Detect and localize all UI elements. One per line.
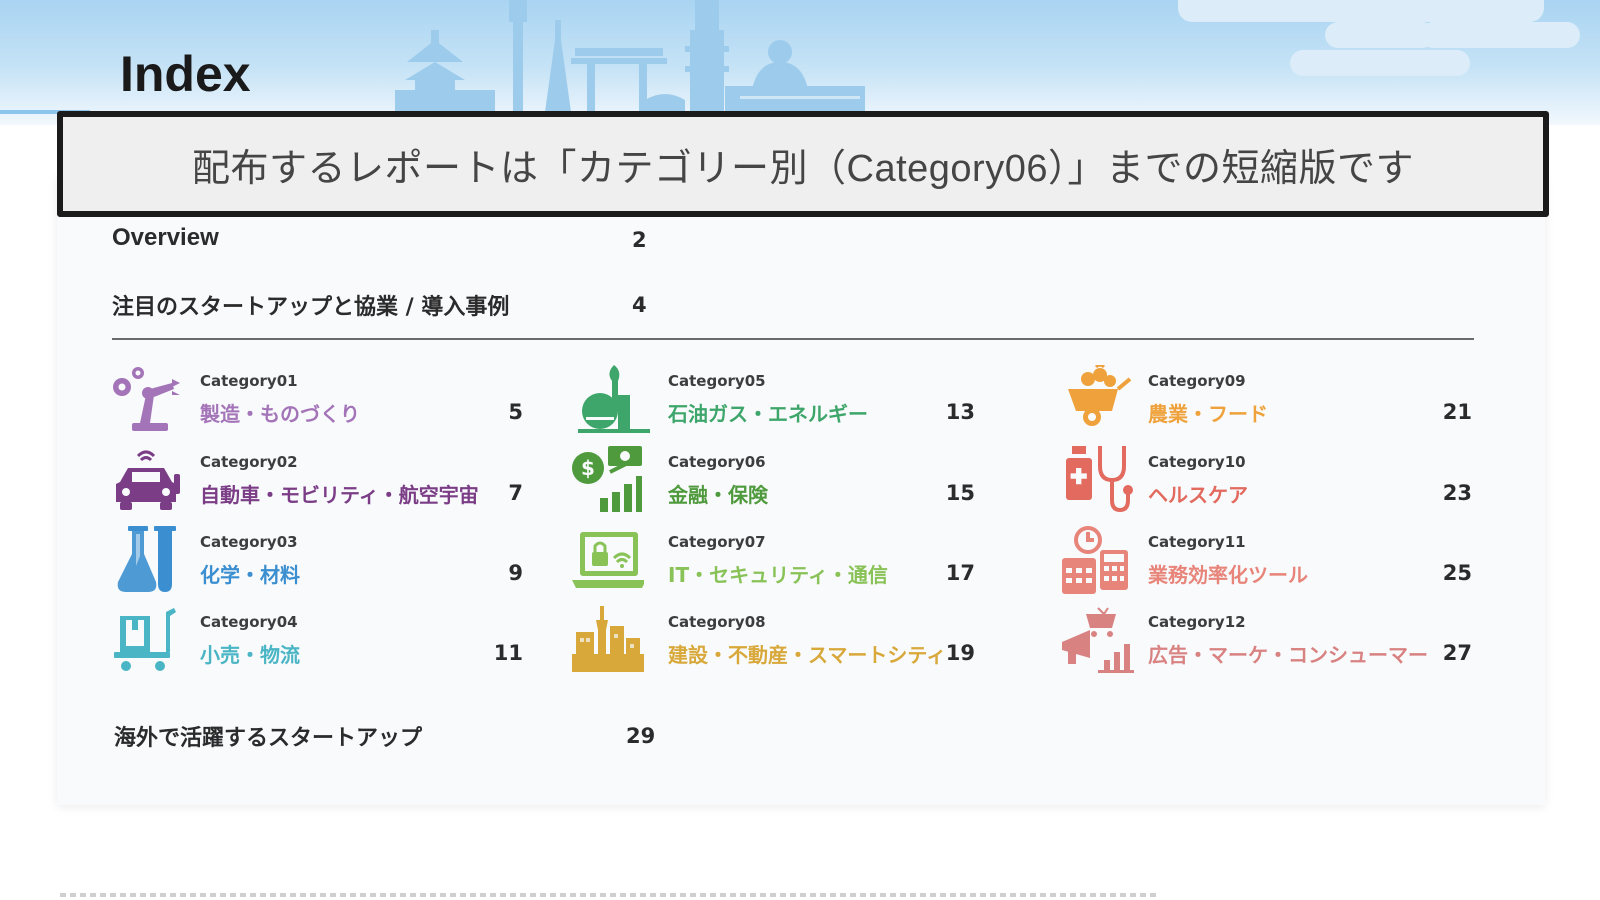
category-code: Category12 (1148, 613, 1246, 631)
category-page: 7 (508, 481, 523, 505)
robot-arm-gears-icon (113, 367, 180, 431)
category-page: 5 (508, 400, 523, 424)
harvest-cart-icon (1068, 365, 1132, 426)
category-name: 自動車・モビリティ・航空宇宙 (200, 483, 479, 507)
category-code: Category01 (200, 372, 298, 390)
medicine-stethoscope-icon (1066, 446, 1133, 513)
notice-banner: 配布するレポートは「カテゴリー別（Category06）」までの短縮版です (57, 111, 1549, 217)
category-code: Category08 (668, 613, 766, 631)
toc-divider (112, 338, 1474, 340)
category-page: 23 (1442, 481, 1472, 505)
category-page: 17 (945, 561, 975, 585)
category-name: ヘルスケア (1148, 483, 1248, 507)
category-code: Category04 (200, 613, 298, 631)
category-page: 9 (508, 561, 523, 585)
toc-overseas-page: 29 (626, 724, 656, 748)
skyline-illustration (395, 0, 865, 112)
category-page: 25 (1442, 561, 1472, 585)
category-page: 21 (1442, 400, 1472, 424)
toc-overview-page: 2 (632, 228, 647, 252)
cloud-decoration (1420, 22, 1580, 48)
category-name: 小売・物流 (200, 643, 300, 667)
toc-overseas-label[interactable]: 海外で活躍するスタートアップ (114, 720, 422, 752)
category-page: 19 (945, 641, 975, 665)
category-page: 15 (945, 481, 975, 505)
category-name: 建設・不動産・スマートシティ (668, 643, 947, 667)
cloud-decoration (1178, 0, 1544, 22)
category-code: Category09 (1148, 372, 1246, 390)
page-title: Index (120, 46, 251, 102)
cloud-decoration (1325, 22, 1435, 48)
svg-text:$: $ (581, 456, 595, 480)
category-name: 製造・ものづくり (200, 402, 360, 426)
toc-featured-page: 4 (632, 293, 647, 317)
flask-test-tube-icon (117, 526, 176, 592)
category-page: 13 (945, 400, 975, 424)
connected-car-icon (116, 450, 180, 510)
toc-featured-label[interactable]: 注目のスタートアップと協業 / 導入事例 (112, 289, 509, 321)
category-name: 農業・フード (1148, 402, 1268, 426)
money-growth-icon: $ (572, 446, 642, 512)
toc-overview-label[interactable]: Overview (112, 224, 219, 252)
category-code: Category03 (200, 533, 298, 551)
category-page: 27 (1442, 641, 1472, 665)
footnote-text (60, 893, 1160, 897)
clock-calendar-calculator-icon (1062, 526, 1128, 594)
category-code: Category05 (668, 372, 766, 390)
category-name: 業務効率化ツール (1148, 563, 1308, 587)
category-name: 広告・マーケ・コンシューマー (1148, 643, 1428, 667)
delivery-cart-icon (114, 608, 176, 671)
category-name: IT・セキュリティ・通信 (668, 563, 888, 587)
category-code: Category07 (668, 533, 766, 551)
category-code: Category10 (1148, 453, 1246, 471)
city-skyline-icon (572, 606, 644, 672)
megaphone-cart-icon (1062, 607, 1134, 673)
category-code: Category02 (200, 453, 298, 471)
category-name: 金融・保険 (668, 483, 768, 507)
category-code: Category11 (1148, 533, 1246, 551)
notice-text: 配布するレポートは「カテゴリー別（Category06）」までの短縮版です (192, 147, 1414, 190)
category-name: 化学・材料 (200, 563, 300, 587)
category-name: 石油ガス・エネルギー (668, 402, 868, 426)
category-page: 11 (493, 641, 523, 665)
secure-laptop-icon (572, 532, 644, 588)
oil-plant-icon (578, 365, 650, 433)
cloud-decoration (1290, 50, 1470, 76)
category-code: Category06 (668, 453, 766, 471)
